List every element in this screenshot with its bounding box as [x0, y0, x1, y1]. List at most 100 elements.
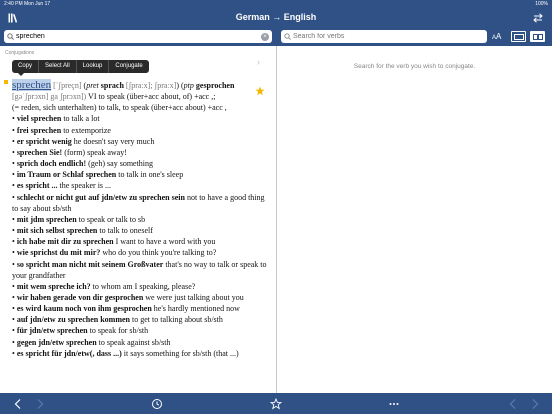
sense-item: • es spricht für jdn/etw(, dass ...) it …	[12, 348, 267, 359]
font-size-button[interactable]: AA	[492, 32, 501, 41]
sense-item: • mit wem spreche ich? to whom am I spea…	[12, 281, 267, 292]
sense-item: • gegen jdn/etw sprechen to speak agains…	[12, 337, 267, 348]
vi-definition: VI to speak (über+acc about, of) +acc ,;	[86, 92, 216, 102]
pronunciation: [ˈʃpreçn]	[51, 81, 84, 90]
sense-item: • wie sprichst du mit mir? who do you th…	[12, 247, 267, 258]
sense-german: gegen jdn/etw sprechen	[16, 337, 97, 347]
entry-headline: sprechen [ˈʃpreçn] (pret sprach [ʃpraːx]…	[12, 79, 267, 91]
ptp-form: gesprochen	[193, 81, 235, 90]
sense-german: für jdn/etw sprechen	[16, 326, 88, 336]
status-bar: 2:40 PM Mon Jun 17 100%	[0, 0, 552, 8]
headword[interactable]: sprechen	[12, 79, 52, 91]
sense-item: • sprich doch endlich! (geh) say somethi…	[12, 158, 267, 169]
sense-english: to extemporize	[61, 125, 111, 135]
search-row: × AA	[0, 30, 552, 46]
sense-german: viel sprechen	[16, 114, 62, 124]
verb-search-input[interactable]	[293, 30, 478, 43]
sense-english: to talk in one's sleep	[116, 170, 184, 180]
sense-item: • sprechen Sie! (form) speak away!	[12, 147, 267, 158]
conjugate-menu-item[interactable]: Conjugate	[109, 60, 148, 73]
sense-english: to speak or talk to sb	[76, 214, 146, 224]
more-icon[interactable]	[388, 398, 400, 410]
sense-german: wir haben gerade von dir gesprochen	[16, 292, 144, 302]
sense-english: he's hardly mentioned now	[151, 304, 240, 314]
sense-english: to whom am I speaking, please?	[90, 281, 196, 291]
pane-divider	[276, 46, 277, 393]
pret-pronunciation: [ʃpraːx]; ʃpraːx]	[125, 81, 177, 90]
verb-search-box[interactable]	[281, 30, 487, 43]
clear-search-icon[interactable]: ×	[261, 32, 269, 41]
sense-german: mit jdm sprechen	[16, 214, 77, 224]
pret-form: sprach	[98, 81, 126, 90]
sense-item: • es spricht ... the speaker is ...	[12, 180, 267, 191]
sense-item: • viel sprechen to talk a lot	[12, 113, 267, 124]
sense-item: • auf jdn/etw zu sprechen kommen to get …	[12, 314, 267, 325]
entry-line-3: (= reden, sich unterhalten) to talk, to …	[12, 103, 227, 113]
sense-item: • wir haben gerade von dir gesprochen we…	[12, 292, 267, 303]
lookup-menu-item[interactable]: Lookup	[77, 60, 110, 73]
sense-english: who do you think you're talking to?	[100, 248, 217, 258]
swap-languages-icon[interactable]	[532, 13, 544, 23]
conjugation-hint: Search for the verb you wish to conjugat…	[353, 63, 476, 70]
conjugations-label: Conjugations	[5, 50, 35, 56]
split-pane-layout-icon[interactable]	[530, 31, 545, 42]
sense-item: • er spricht wenig he doesn't say very m…	[12, 136, 267, 147]
sense-german: es spricht ...	[16, 181, 58, 191]
selection-marker	[4, 80, 8, 84]
chevron-right-icon[interactable]: ›	[257, 57, 260, 67]
dictionary-search-input[interactable]	[16, 30, 256, 43]
page-title: German → English	[235, 12, 317, 22]
sense-item: • schlecht or nicht gut auf jdn/etw zu s…	[12, 192, 267, 214]
search-icon	[284, 33, 291, 40]
sense-item: • für jdn/etw sprechen to speak for sb/s…	[12, 325, 267, 336]
sense-item: • mit jdm sprechen to speak or talk to s…	[12, 214, 267, 225]
sense-german: mit wem spreche ich?	[16, 281, 91, 291]
forward-icon[interactable]	[34, 398, 46, 410]
history-icon[interactable]	[151, 398, 163, 410]
sense-english: it says something for sb/sth (that ...)	[121, 348, 239, 358]
sense-item: • im Traum or Schlaf sprechen to talk in…	[12, 169, 267, 180]
bottom-toolbar	[0, 393, 552, 414]
sense-german: sprechen Sie!	[16, 147, 63, 157]
sense-english: (form) speak away!	[62, 147, 127, 157]
pret-label: pret	[86, 81, 99, 90]
sense-german: im Traum or Schlaf sprechen	[16, 170, 117, 180]
sense-german: schlecht or nicht gut auf jdn/etw zu spr…	[16, 192, 185, 202]
copy-menu-item[interactable]: Copy	[12, 60, 40, 73]
sense-german: es wird kaum noch von ihm gesprochen	[16, 304, 152, 314]
sense-german: wie sprichst du mit mir?	[16, 248, 101, 258]
status-time: 2:40 PM Mon Jun 17	[4, 1, 51, 7]
sense-english: he doesn't say very much	[71, 136, 155, 146]
sense-english: to talk to oneself	[97, 226, 153, 236]
dictionary-search-box[interactable]: ×	[4, 30, 272, 43]
back-icon[interactable]	[12, 398, 24, 410]
sense-english: to get to talking about sb/sth	[130, 315, 223, 325]
sense-item: • mit sich selbst sprechen to talk to on…	[12, 225, 267, 236]
context-menu: Copy Select All Lookup Conjugate	[12, 60, 149, 73]
sense-german: auf jdn/etw zu sprechen kommen	[16, 315, 130, 325]
sense-item: • ich habe mit dir zu sprechen I want to…	[12, 236, 267, 247]
sense-list: • viel sprechen to talk a lot • frei spre…	[12, 113, 267, 358]
favorites-star-icon[interactable]	[270, 398, 282, 410]
sense-german: frei sprechen	[16, 125, 62, 135]
favorite-star-icon[interactable]	[255, 86, 265, 96]
sense-english: we were just talking about you	[143, 292, 244, 302]
sense-german: er spricht wenig	[16, 136, 72, 146]
sense-english: (geh) say something	[86, 159, 154, 169]
sense-english: to speak for sb/sth	[87, 326, 149, 336]
sense-item: • frei sprechen to extemporize	[12, 125, 267, 136]
font-size-large-glyph: A	[496, 32, 502, 41]
sense-german: ich habe mit dir zu sprechen	[16, 237, 114, 247]
right-forward-icon[interactable]	[529, 398, 541, 410]
sense-german: es spricht für jdn/etw(, dass ...)	[16, 348, 122, 358]
sense-english: to talk a lot	[61, 114, 100, 124]
search-icon	[7, 33, 14, 40]
single-pane-layout-icon[interactable]	[511, 31, 526, 42]
sense-english: the speaker is ...	[57, 181, 112, 191]
ptp-pronunciation: [gəˈʃprɔxn] ga ʃprɔxn])	[12, 92, 87, 102]
sense-item: • es wird kaum noch von ihm gesprochen h…	[12, 303, 267, 314]
ptp-label: ptp	[183, 81, 194, 90]
paren-mid: ) (	[176, 81, 184, 90]
select-all-menu-item[interactable]: Select All	[39, 60, 77, 73]
right-back-icon[interactable]	[507, 398, 519, 410]
